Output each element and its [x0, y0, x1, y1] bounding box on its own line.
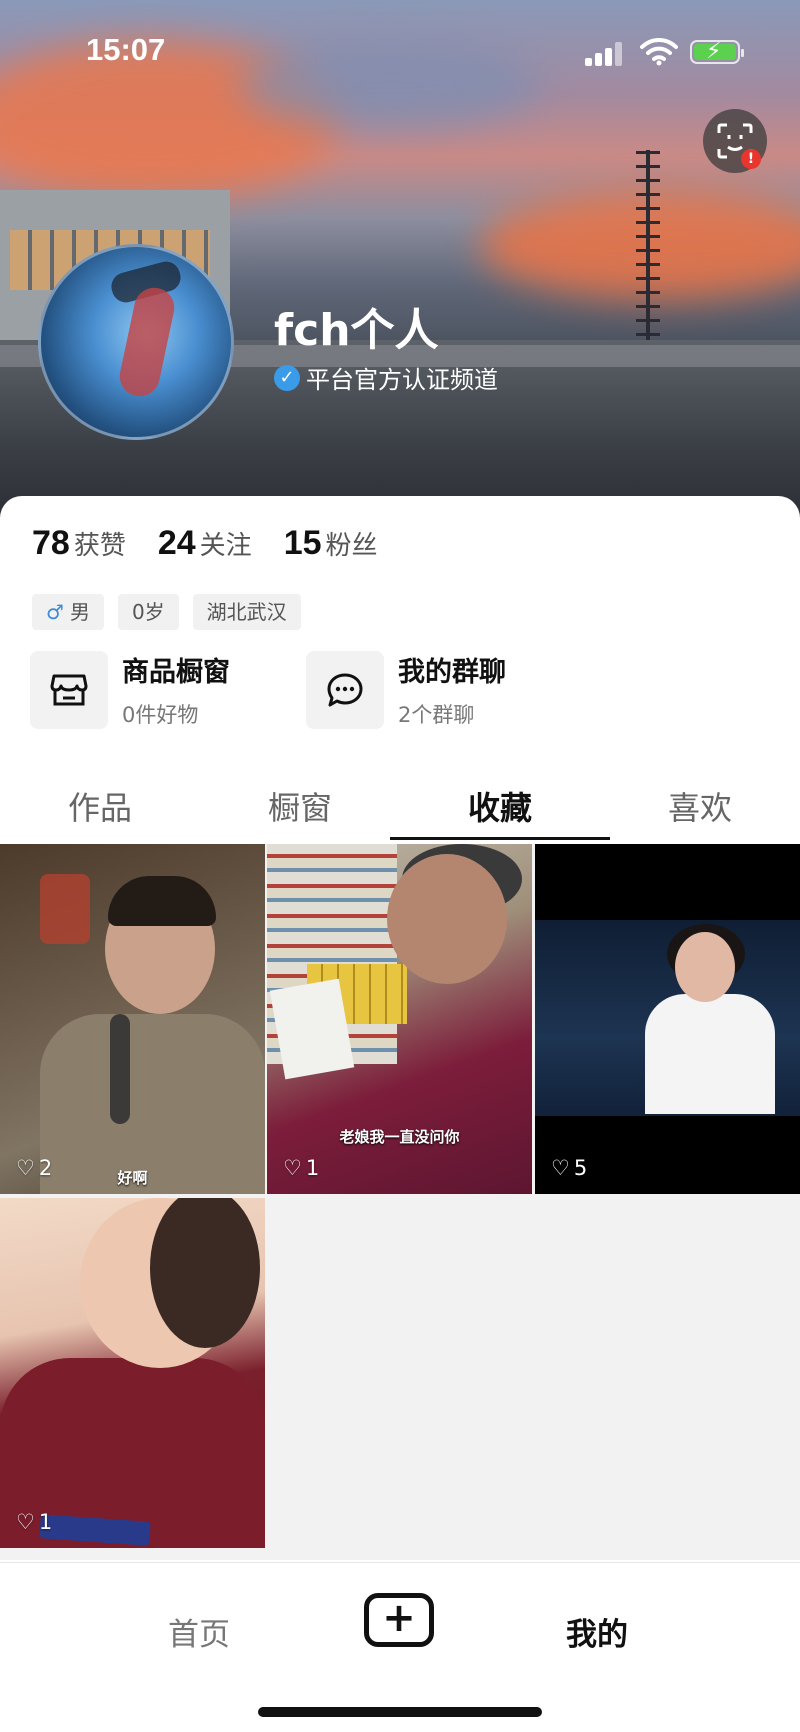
video-caption: 老娘我一直没问你 — [339, 1128, 460, 1146]
alert-badge-icon: ! — [741, 149, 761, 169]
bottom-nav: 首页 + 我的 — [0, 1562, 800, 1732]
tag-gender-label: 男 — [69, 600, 90, 624]
feature-group-chat[interactable]: 我的群聊 2个群聊 — [306, 650, 538, 729]
stat-followers-number: 15 — [283, 524, 322, 562]
cover-tower — [636, 150, 660, 350]
nav-home[interactable]: 首页 — [168, 1609, 230, 1654]
avatar[interactable] — [38, 244, 234, 440]
heart-icon: ♡ — [16, 1510, 35, 1534]
username: fch个人 — [274, 305, 439, 356]
stat-following-label: 关注 — [199, 531, 252, 561]
profile-stats: 78 获赞 24 关注 15 粉丝 — [32, 524, 378, 563]
tab-works[interactable]: 作品 — [0, 778, 200, 840]
tab-showcase[interactable]: 橱窗 — [200, 778, 400, 840]
heart-icon: ♡ — [16, 1156, 35, 1180]
tab-likes[interactable]: 喜欢 — [600, 778, 800, 840]
tag-location: 湖北武汉 — [192, 594, 301, 630]
video-thumbnail[interactable]: 老娘我一直没问你 ♡ 1 — [267, 844, 532, 1194]
video-likes-count: 5 — [573, 1156, 588, 1180]
chat-icon — [306, 650, 384, 729]
video-likes: ♡ 5 — [551, 1156, 587, 1180]
video-thumbnail[interactable]: 好啊 ♡ 2 — [0, 844, 265, 1194]
male-icon: ♂ — [46, 600, 64, 624]
profile-features: 商品橱窗 0件好物 我的群聊 2个群聊 — [30, 650, 538, 729]
stat-likes-number: 78 — [32, 524, 70, 562]
stat-followers[interactable]: 15 粉丝 — [284, 524, 378, 563]
verified-badge: ✓ 平台官方认证频道 — [274, 360, 498, 395]
video-grid: 好啊 ♡ 2 老娘我一直没问你 ♡ 1 ♡ 5 ♡ 1 — [0, 844, 800, 1560]
stat-following-number: 24 — [157, 524, 196, 562]
home-indicator[interactable] — [258, 1707, 542, 1717]
stat-likes[interactable]: 78 获赞 — [32, 524, 126, 563]
video-likes-count: 2 — [38, 1156, 53, 1180]
video-thumbnail[interactable]: ♡ 5 — [535, 844, 800, 1194]
video-thumbnail[interactable]: ♡ 1 — [0, 1198, 265, 1548]
cellular-signal-icon — [585, 42, 625, 66]
wifi-icon — [640, 37, 678, 66]
shop-icon — [30, 650, 108, 729]
nav-me[interactable]: 我的 — [566, 1609, 628, 1654]
cover-cloud — [240, 40, 540, 130]
feature-group-chat-sub: 2个群聊 — [398, 703, 475, 727]
video-likes: ♡ 1 — [283, 1156, 319, 1180]
profile-tabs: 作品 橱窗 收藏 喜欢 — [0, 778, 800, 840]
tag-gender: ♂ 男 — [32, 594, 104, 630]
video-likes: ♡ 2 — [16, 1156, 52, 1180]
stat-followers-label: 粉丝 — [325, 531, 378, 561]
verified-text: 平台官方认证频道 — [306, 366, 498, 394]
add-button[interactable]: + — [364, 1593, 434, 1647]
feature-shop-title: 商品橱窗 — [122, 657, 230, 688]
status-time: 15:07 — [86, 32, 166, 67]
heart-icon: ♡ — [283, 1156, 302, 1180]
video-likes-count: 1 — [305, 1156, 320, 1180]
feature-shop-sub: 0件好物 — [122, 703, 199, 727]
feature-group-chat-title: 我的群聊 — [398, 657, 506, 688]
video-likes-count: 1 — [38, 1510, 53, 1534]
heart-icon: ♡ — [551, 1156, 570, 1180]
battery-icon: ⚡ — [690, 39, 744, 64]
stat-following[interactable]: 24 关注 — [158, 524, 252, 563]
video-likes: ♡ 1 — [16, 1510, 52, 1534]
tag-age: 0岁 — [117, 594, 179, 630]
tab-favorites[interactable]: 收藏 — [390, 778, 610, 840]
stat-likes-label: 获赞 — [73, 531, 126, 561]
feature-shop[interactable]: 商品橱窗 0件好物 — [30, 650, 262, 729]
profile-tags: ♂ 男 0岁 湖北武汉 — [32, 594, 301, 630]
verified-check-icon: ✓ — [274, 364, 300, 391]
